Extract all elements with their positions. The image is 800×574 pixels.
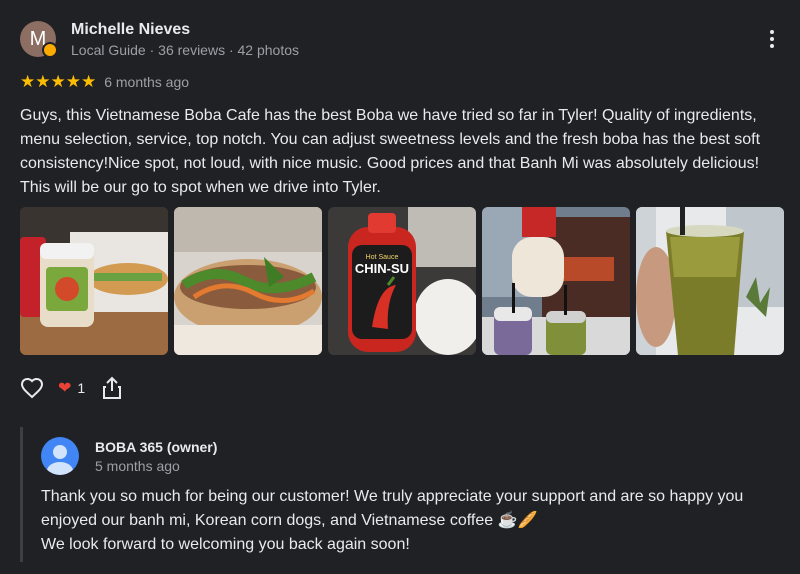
more-options-button[interactable] xyxy=(762,28,782,52)
author-meta: Local Guide · 36 reviews · 42 photos xyxy=(71,42,300,58)
owner-name: BOBA 365 (owner) xyxy=(95,439,218,455)
owner-reply-line-2: We look forward to welcoming you back ag… xyxy=(41,536,410,553)
green-tea-drink-photo xyxy=(636,207,784,355)
review-photo-4[interactable] xyxy=(482,207,630,355)
review-time: 6 months ago xyxy=(104,74,190,90)
review-photo-5[interactable] xyxy=(636,207,784,355)
owner-reply: BOBA 365 (owner) 5 months ago Thank you … xyxy=(20,427,793,562)
banh-mi-closeup-photo xyxy=(174,207,322,355)
heart-reaction[interactable]: ❤ 1 xyxy=(58,378,85,398)
person-icon xyxy=(47,445,73,475)
review-photo-1[interactable] xyxy=(20,207,168,355)
author-avatar[interactable]: M xyxy=(20,21,58,58)
owner-reply-time: 5 months ago xyxy=(95,458,180,474)
chin-su-label: CHIN-SU xyxy=(355,261,409,276)
more-dot xyxy=(770,30,774,34)
author-name[interactable]: Michelle Nieves xyxy=(71,21,190,39)
owner-avatar xyxy=(41,437,79,475)
review-photo-3[interactable]: Hot Sauce CHIN-SU xyxy=(328,207,476,355)
more-dot xyxy=(770,44,774,48)
two-boba-drinks-photo xyxy=(482,207,630,355)
photo-strip: Hot Sauce CHIN-SU xyxy=(20,207,784,355)
like-heart-icon[interactable] xyxy=(20,376,44,400)
share-icon[interactable] xyxy=(101,376,123,400)
more-dot xyxy=(770,37,774,41)
review-text: Guys, this Vietnamese Boba Cafe has the … xyxy=(20,107,761,196)
banh-mi-and-sauce-jar-photo xyxy=(20,207,168,355)
owner-reply-line-1: Thank you so much for being our customer… xyxy=(41,488,744,529)
owner-reply-text: Thank you so much for being our customer… xyxy=(41,485,781,557)
review-photo-2[interactable] xyxy=(174,207,322,355)
chin-su-hot-sauce-photo: Hot Sauce CHIN-SU xyxy=(328,207,476,355)
rating-row: ★★★★★ 6 months ago xyxy=(20,72,189,92)
red-heart-icon: ❤ xyxy=(58,380,72,397)
local-guide-badge-icon xyxy=(42,42,58,58)
review-actions: ❤ 1 xyxy=(20,376,123,400)
heart-count: 1 xyxy=(77,380,86,396)
star-rating: ★★★★★ xyxy=(20,72,97,91)
hot-sauce-sublabel: Hot Sauce xyxy=(366,254,399,261)
